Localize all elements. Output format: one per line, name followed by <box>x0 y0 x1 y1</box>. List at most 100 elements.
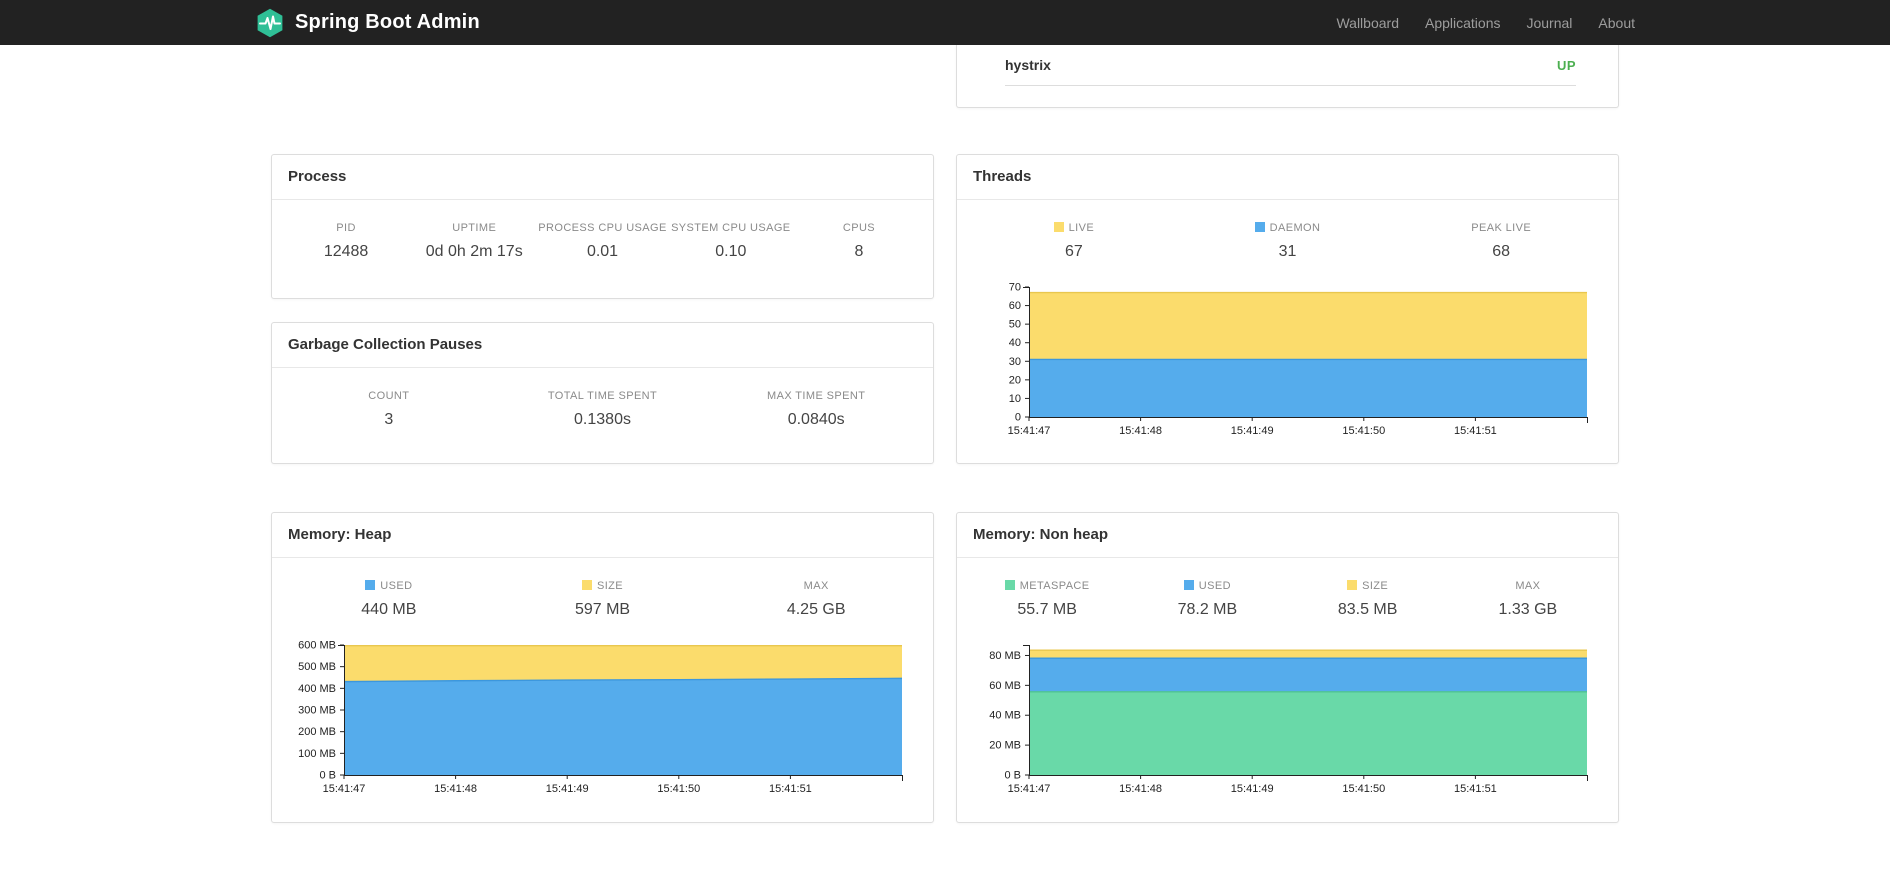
metric-label: SIZE <box>1288 580 1448 592</box>
nav-about[interactable]: About <box>1598 15 1635 31</box>
navbar-inner: Spring Boot Admin Wallboard Applications… <box>255 0 1635 45</box>
metric-cpus: CPUS 8 <box>795 222 923 261</box>
svg-text:300 MB: 300 MB <box>298 705 336 717</box>
metric-gc-count: COUNT 3 <box>282 390 496 429</box>
legend-label: SIZE <box>596 580 624 592</box>
svg-text:60 MB: 60 MB <box>989 680 1021 692</box>
spring-boot-admin-logo-icon <box>257 8 283 37</box>
threads-card: Threads LIVE 67 DAEMON 31 PEAK LIVE 68 0… <box>956 154 1619 464</box>
metric-label: MAX <box>803 580 829 592</box>
row1-left: Process PID 12488 UPTIME 0d 0h 2m 17s PR… <box>271 154 934 464</box>
metric-value: 1.33 GB <box>1498 601 1558 618</box>
main-content: hystrix UP Process PID 12488 UPTIME 0d 0… <box>271 45 1619 823</box>
metric-label: COUNT <box>368 390 410 402</box>
legend-heap-max: MAX 4.25 GB <box>709 580 923 619</box>
metric-pid: PID 12488 <box>282 222 410 261</box>
svg-text:200 MB: 200 MB <box>298 726 336 738</box>
application-row[interactable]: hystrix UP <box>1005 45 1576 86</box>
legend-swatch-icon <box>1004 580 1015 590</box>
metric-value: 67 <box>1064 243 1083 260</box>
metric-label: UPTIME <box>452 222 497 234</box>
metric-label: SIZE <box>496 580 710 592</box>
svg-text:100 MB: 100 MB <box>298 748 336 760</box>
process-card: Process PID 12488 UPTIME 0d 0h 2m 17s PR… <box>271 154 934 299</box>
memory-heap-card: Memory: Heap USED 440 MB SIZE 597 MB MAX… <box>271 512 934 823</box>
svg-text:15:41:47: 15:41:47 <box>322 783 365 795</box>
memory-heap-card-title: Memory: Heap <box>272 513 933 558</box>
row0-left-spacer <box>271 45 934 108</box>
metric-label: MAX TIME SPENT <box>767 390 866 402</box>
row0-right: hystrix UP <box>956 45 1619 108</box>
threads-legend: LIVE 67 DAEMON 31 PEAK LIVE 68 <box>957 200 1618 261</box>
metric-value: 68 <box>1492 243 1511 260</box>
nav-journal[interactable]: Journal <box>1526 15 1572 31</box>
process-metrics: PID 12488 UPTIME 0d 0h 2m 17s PROCESS CP… <box>272 200 933 261</box>
navbar: Spring Boot Admin Wallboard Applications… <box>0 0 1890 45</box>
nav-wallboard[interactable]: Wallboard <box>1336 15 1399 31</box>
legend-swatch-icon <box>1254 222 1265 232</box>
svg-text:15:41:48: 15:41:48 <box>434 783 477 795</box>
metric-label: TOTAL TIME SPENT <box>547 390 658 402</box>
svg-text:30: 30 <box>1008 356 1020 368</box>
legend-nonheap-max: MAX 1.33 GB <box>1448 580 1608 619</box>
row-application-status: hystrix UP <box>271 45 1619 108</box>
svg-text:40: 40 <box>1008 337 1020 349</box>
svg-text:80 MB: 80 MB <box>989 650 1021 662</box>
application-name[interactable]: hystrix <box>1005 57 1051 73</box>
metric-gc-total-time: TOTAL TIME SPENT 0.1380s <box>496 390 710 429</box>
metric-label: PROCESS CPU USAGE <box>538 222 667 234</box>
svg-text:0 B: 0 B <box>1004 770 1021 782</box>
heap-legend: USED 440 MB SIZE 597 MB MAX 4.25 GB <box>272 558 933 619</box>
nav-links: Wallboard Applications Journal About <box>1310 15 1635 31</box>
memory-nonheap-chart: 0 B 20 MB 40 MB 60 MB 80 MB 15:41:47 15:41:48 1… <box>989 645 1588 795</box>
svg-text:10: 10 <box>1008 393 1020 405</box>
process-card-title: Process <box>272 155 933 200</box>
metric-label: METASPACE <box>967 580 1127 592</box>
legend-heap-used: USED 440 MB <box>282 580 496 619</box>
legend-nonheap-used: USED 78.2 MB <box>1127 580 1287 619</box>
legend-peak-live: PEAK LIVE 68 <box>1394 222 1608 261</box>
svg-text:60: 60 <box>1008 300 1020 312</box>
metric-value: 0.01 <box>586 243 619 260</box>
metric-label: MAX <box>1515 580 1541 592</box>
application-status-card: hystrix UP <box>956 45 1619 108</box>
legend-swatch-icon <box>365 580 376 590</box>
svg-text:0: 0 <box>1014 412 1020 424</box>
metric-value: 597 MB <box>574 601 631 618</box>
metric-label: USED <box>1127 580 1287 592</box>
memory-nonheap-card: Memory: Non heap METASPACE 55.7 MB USED … <box>956 512 1619 823</box>
legend-daemon: DAEMON 31 <box>1181 222 1395 261</box>
legend-label: LIVE <box>1068 222 1095 234</box>
metric-value: 55.7 MB <box>1017 601 1077 618</box>
legend-label: USED <box>1198 580 1231 592</box>
brand-title: Spring Boot Admin <box>295 11 480 33</box>
metric-value: 0.0840s <box>787 411 845 428</box>
brand-link[interactable]: Spring Boot Admin <box>255 8 480 38</box>
metric-system-cpu-usage: SYSTEM CPU USAGE 0.10 <box>667 222 795 261</box>
svg-text:15:41:50: 15:41:50 <box>1342 783 1385 795</box>
metric-label: CPUS <box>842 222 876 234</box>
svg-text:15:41:49: 15:41:49 <box>1230 783 1273 795</box>
legend-label: SIZE <box>1362 580 1389 592</box>
memory-heap-chart: 0 B 100 MB 200 MB 300 MB 400 MB 500 MB 600 MB 1… <box>298 640 903 795</box>
metric-label: DAEMON <box>1181 222 1395 234</box>
legend-nonheap-size: SIZE 83.5 MB <box>1288 580 1448 619</box>
metric-value: 4.25 GB <box>786 601 846 618</box>
svg-text:15:41:47: 15:41:47 <box>1007 783 1050 795</box>
metric-value: 0.10 <box>715 243 747 260</box>
metric-value: 8 <box>854 243 864 260</box>
metric-value: 12488 <box>323 243 369 260</box>
nav-applications[interactable]: Applications <box>1425 15 1501 31</box>
svg-text:500 MB: 500 MB <box>298 661 336 673</box>
metric-label: PEAK LIVE <box>1471 222 1532 234</box>
gc-card-title: Garbage Collection Pauses <box>272 323 933 368</box>
metric-value: 78.2 MB <box>1177 601 1238 618</box>
svg-text:20: 20 <box>1008 374 1020 386</box>
svg-text:15:41:51: 15:41:51 <box>1453 783 1496 795</box>
svg-text:0 B: 0 B <box>319 770 336 782</box>
gc-card: Garbage Collection Pauses COUNT 3 TOTAL … <box>271 322 934 464</box>
nonheap-legend: METASPACE 55.7 MB USED 78.2 MB SIZE 83.5… <box>957 558 1618 619</box>
svg-text:15:41:47: 15:41:47 <box>1007 425 1050 437</box>
metric-label: LIVE <box>967 222 1181 234</box>
svg-text:15:41:48: 15:41:48 <box>1119 783 1162 795</box>
